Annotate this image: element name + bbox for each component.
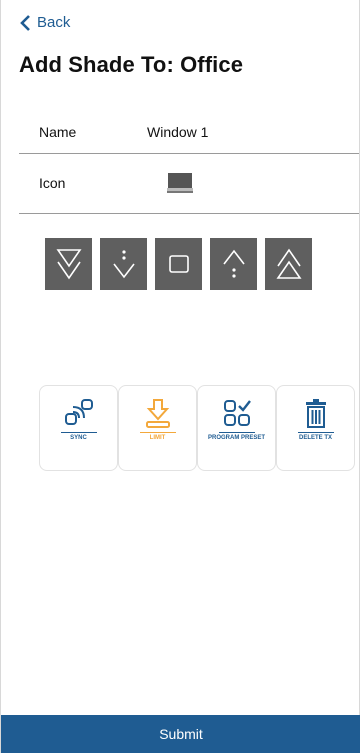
delete-tx-button[interactable]: DELETE TX bbox=[276, 385, 355, 471]
icon-row[interactable]: Icon bbox=[19, 152, 359, 214]
delete-icon bbox=[305, 399, 326, 428]
stop-button[interactable] bbox=[155, 238, 202, 290]
limit-label: LIMIT bbox=[149, 435, 166, 441]
sync-icon bbox=[64, 399, 93, 425]
program-preset-label: PROGRAM PRESET bbox=[207, 435, 265, 441]
stop-icon bbox=[168, 255, 189, 273]
name-row[interactable]: Name Window 1 bbox=[19, 110, 359, 154]
step-down-icon bbox=[112, 250, 135, 279]
program-preset-button[interactable]: PROGRAM PRESET bbox=[197, 385, 276, 471]
action-grid: SYNC LIMIT PROGRAM PRESET DELETE TX bbox=[39, 385, 355, 471]
fast-up-icon bbox=[275, 248, 302, 279]
fast-down-button[interactable] bbox=[45, 238, 92, 290]
sync-button[interactable]: SYNC bbox=[39, 385, 118, 471]
page-title: Add Shade To: Office bbox=[19, 52, 244, 77]
name-label: Name bbox=[39, 123, 77, 140]
limit-underline bbox=[139, 432, 176, 433]
delete-tx-underline bbox=[297, 432, 334, 433]
back-button[interactable]: Back bbox=[19, 14, 70, 31]
icon-label: Icon bbox=[39, 174, 66, 191]
program-preset-underline bbox=[218, 432, 255, 433]
fast-down-icon bbox=[55, 249, 82, 280]
shade-icon[interactable] bbox=[167, 172, 193, 194]
limit-button[interactable]: LIMIT bbox=[118, 385, 197, 471]
delete-tx-label: DELETE TX bbox=[298, 435, 332, 441]
step-up-icon bbox=[222, 249, 245, 278]
sync-label: SYNC bbox=[70, 435, 87, 441]
shade-control-bar bbox=[45, 238, 312, 290]
sync-underline bbox=[60, 432, 97, 433]
step-down-button[interactable] bbox=[100, 238, 147, 290]
name-field[interactable]: Window 1 bbox=[147, 124, 208, 140]
program-preset-icon bbox=[223, 400, 251, 426]
limit-icon bbox=[145, 399, 170, 428]
submit-button[interactable]: Submit bbox=[1, 715, 360, 753]
fast-up-button[interactable] bbox=[265, 238, 312, 290]
back-label: Back bbox=[37, 14, 71, 31]
step-up-button[interactable] bbox=[210, 238, 257, 290]
app-screen: Back Add Shade To: Office Name Window 1 … bbox=[0, 0, 360, 753]
chevron-left-icon bbox=[20, 14, 30, 31]
